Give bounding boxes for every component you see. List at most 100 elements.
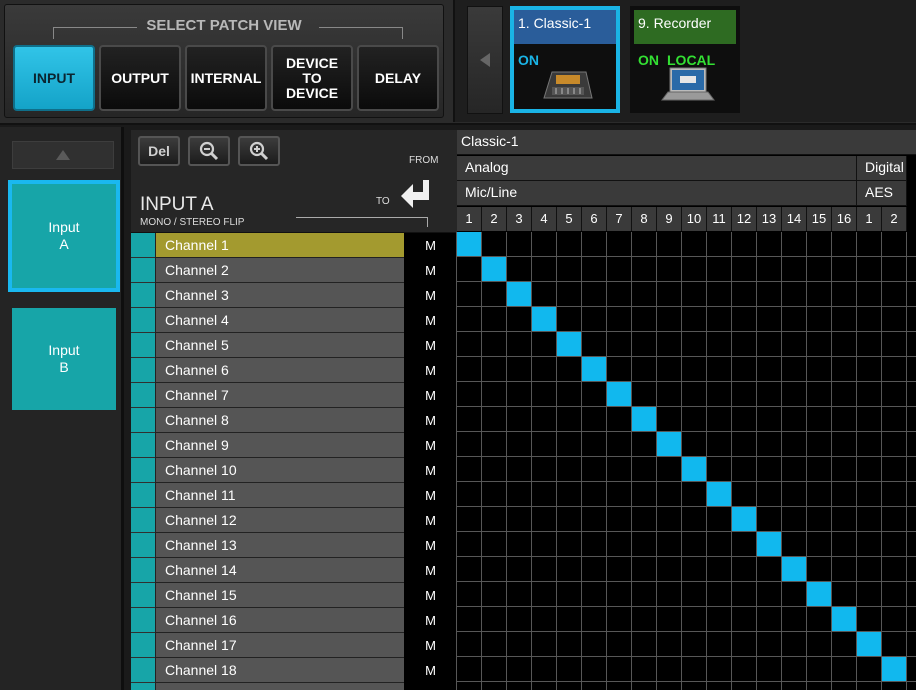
channel-name[interactable]: Channel 4: [155, 308, 404, 332]
channel-mono-stereo-toggle[interactable]: M: [404, 308, 457, 333]
patch-view-delay-button[interactable]: DELAY: [357, 45, 439, 111]
patch-point[interactable]: [782, 557, 806, 581]
patch-point[interactable]: [657, 432, 681, 456]
patch-point[interactable]: [882, 657, 906, 681]
channel-mono-stereo-toggle[interactable]: M: [404, 608, 457, 633]
channel-row[interactable]: Channel 11 M: [131, 483, 457, 508]
patch-point[interactable]: [632, 407, 656, 431]
channel-name[interactable]: Channel 14: [155, 558, 404, 582]
channel-mono-stereo-toggle[interactable]: M: [404, 408, 457, 433]
mixing-console-icon: [543, 71, 593, 99]
channel-row[interactable]: Channel 16 M: [131, 608, 457, 633]
patch-point[interactable]: [457, 232, 481, 256]
channel-row[interactable]: Channel 5M: [131, 333, 457, 358]
channel-name[interactable]: Channel 10: [155, 458, 404, 482]
channel-mono-stereo-toggle[interactable]: M: [404, 458, 457, 483]
channel-name[interactable]: Channel 18: [155, 658, 404, 682]
channel-row[interactable]: Channel 9M: [131, 433, 457, 458]
patch-point[interactable]: [807, 582, 831, 606]
channel-name[interactable]: Channel 16: [155, 608, 404, 632]
channel-row[interactable]: Channel 17 M: [131, 633, 457, 658]
channel-mono-stereo-toggle[interactable]: M: [404, 658, 457, 683]
patch-point[interactable]: [682, 457, 706, 481]
channel-row[interactable]: Channel 15 M: [131, 583, 457, 608]
patch-point[interactable]: [857, 632, 881, 656]
channel-mono-stereo-toggle[interactable]: M: [404, 633, 457, 658]
channel-name[interactable]: Channel 11: [155, 483, 404, 507]
channel-name[interactable]: Channel 13: [155, 533, 404, 557]
grid-line-horizontal: [457, 431, 916, 432]
patch-point[interactable]: [732, 507, 756, 531]
channel-name-partial: [155, 683, 404, 690]
channel-mono-stereo-toggle[interactable]: M: [404, 258, 457, 283]
channel-mono-stereo-toggle[interactable]: M: [404, 508, 457, 533]
delete-button[interactable]: Del: [138, 136, 180, 166]
matrix-port-number: 4: [532, 207, 557, 231]
channel-color-swatch: [131, 283, 155, 307]
channel-mono-stereo-toggle[interactable]: M: [404, 583, 457, 608]
channel-name[interactable]: Channel 15: [155, 583, 404, 607]
matrix-port-number: 9: [657, 207, 682, 231]
channel-name[interactable]: Channel 17: [155, 633, 404, 657]
channel-name[interactable]: Channel 3: [155, 283, 404, 307]
channel-name[interactable]: Channel 2: [155, 258, 404, 282]
channel-mono-stereo-toggle[interactable]: M: [404, 483, 457, 508]
channel-row[interactable]: Channel 3M: [131, 283, 457, 308]
patch-point[interactable]: [482, 257, 506, 281]
zoom-out-button[interactable]: [188, 136, 230, 166]
channel-row[interactable]: Channel 7M: [131, 383, 457, 408]
grid-line-vertical: [456, 232, 457, 690]
channel-name[interactable]: Channel 6: [155, 358, 404, 382]
channel-row[interactable]: Channel 13 M: [131, 533, 457, 558]
channel-row[interactable]: Channel 4M: [131, 308, 457, 333]
channel-mono-stereo-toggle[interactable]: M: [404, 233, 457, 258]
device-name: 9. Recorder: [634, 10, 736, 44]
channel-row[interactable]: Channel 10 M: [131, 458, 457, 483]
patch-point[interactable]: [757, 532, 781, 556]
channel-color-swatch: [131, 308, 155, 332]
channel-mono-stereo-toggle[interactable]: M: [404, 533, 457, 558]
channel-mono-stereo-toggle[interactable]: M: [404, 433, 457, 458]
patch-view-device-to-device-button[interactable]: DEVICE TO DEVICE: [271, 45, 353, 111]
patch-view-output-button[interactable]: OUTPUT: [99, 45, 181, 111]
patch-point[interactable]: [532, 307, 556, 331]
group-scroll-up-button[interactable]: [12, 141, 114, 169]
channel-color-swatch: [131, 258, 155, 282]
channel-name[interactable]: Channel 8: [155, 408, 404, 432]
device-card[interactable]: 9. Recorder ON LOCAL: [630, 6, 740, 113]
channel-color-swatch: [131, 433, 155, 457]
channel-name[interactable]: Channel 1: [155, 233, 404, 257]
zoom-in-button[interactable]: [238, 136, 280, 166]
patch-point[interactable]: [557, 332, 581, 356]
grid-line-vertical: [706, 232, 707, 690]
patch-point[interactable]: [707, 482, 731, 506]
channel-mono-stereo-toggle[interactable]: M: [404, 383, 457, 408]
channel-mono-stereo-toggle[interactable]: M: [404, 558, 457, 583]
patch-view-internal-button[interactable]: INTERNAL: [185, 45, 267, 111]
channel-row[interactable]: Channel 2M: [131, 258, 457, 283]
channel-row[interactable]: Channel 18 M: [131, 658, 457, 683]
channel-mono-stereo-toggle[interactable]: M: [404, 283, 457, 308]
grid-line-vertical: [631, 232, 632, 690]
channel-name[interactable]: Channel 9: [155, 433, 404, 457]
channel-mono-stereo-toggle[interactable]: M: [404, 333, 457, 358]
patch-point[interactable]: [582, 357, 606, 381]
channel-row[interactable]: Channel 12 M: [131, 508, 457, 533]
device-scroll-left-button[interactable]: [467, 6, 503, 114]
patch-point[interactable]: [607, 382, 631, 406]
device-card[interactable]: 1. Classic-1 ON: [510, 6, 620, 113]
channel-name[interactable]: Channel 7: [155, 383, 404, 407]
channel-row[interactable]: Channel 8M: [131, 408, 457, 433]
channel-row[interactable]: Channel 14 M: [131, 558, 457, 583]
patch-point[interactable]: [832, 607, 856, 631]
channel-row[interactable]: Channel 1M: [131, 233, 457, 258]
input-group-button[interactable]: Input B: [12, 308, 116, 410]
input-group-button[interactable]: Input A: [8, 180, 120, 292]
patch-point[interactable]: [507, 282, 531, 306]
channel-mono-stereo-toggle[interactable]: M: [404, 358, 457, 383]
channel-name[interactable]: Channel 5: [155, 333, 404, 357]
channel-row[interactable]: Channel 6M: [131, 358, 457, 383]
patch-view-input-button[interactable]: INPUT: [13, 45, 95, 111]
mono-stereo-flip-label[interactable]: MONO / STEREO FLIP: [140, 217, 244, 228]
channel-name[interactable]: Channel 12: [155, 508, 404, 532]
